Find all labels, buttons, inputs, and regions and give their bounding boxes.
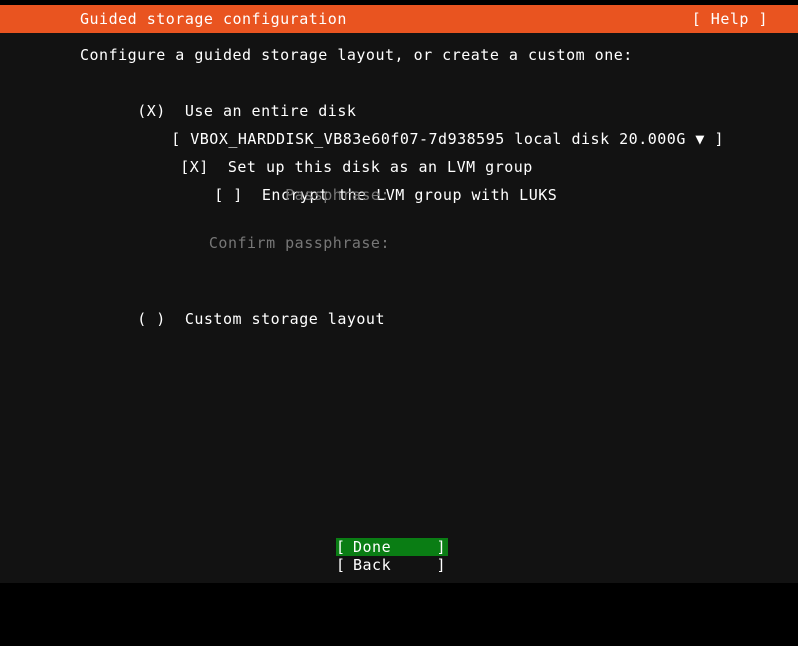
page-title: Guided storage configuration — [80, 10, 347, 28]
done-button[interactable]: [ Done ] — [336, 538, 448, 556]
back-button[interactable]: [ Back ] — [336, 556, 448, 574]
footer-buttons: [ Done ] [ Back ] — [336, 538, 448, 574]
confirm-passphrase-label: Confirm passphrase: — [208, 234, 390, 252]
disk-select-dropdown[interactable]: [ VBOX_HARDDISK_VB83e60f07-7d938595 loca… — [114, 97, 724, 148]
back-bracket-close: ] — [436, 556, 446, 574]
checkbox-encrypt-luks[interactable]: [ ] Encrypt the LVM group with LUKS — [157, 153, 557, 204]
radio-label-custom-storage-layout: Custom storage layout — [184, 310, 385, 328]
done-button-label: Done — [353, 538, 392, 556]
done-bracket-close: ] — [436, 538, 446, 556]
header-bar: Guided storage configuration [ Help ] — [0, 5, 798, 33]
radio-custom-storage-layout[interactable]: ( ) Custom storage layout — [80, 277, 385, 328]
installer-screen: Guided storage configuration [ Help ] Co… — [0, 0, 798, 595]
done-bracket-open: [ — [336, 538, 346, 556]
radio-use-entire-disk[interactable]: (X) Use an entire disk — [80, 69, 356, 120]
intro-text: Configure a guided storage layout, or cr… — [80, 46, 633, 64]
passphrase-label: Passphrase: — [285, 186, 390, 204]
bracket-close: ] — [714, 130, 724, 148]
help-button[interactable]: [ Help ] — [692, 5, 768, 33]
checkbox-lvm-group[interactable]: [X] Set up this disk as an LVM group — [123, 125, 533, 176]
chevron-down-icon[interactable]: ▼ — [695, 130, 705, 148]
radio-marker-unselected: ( ) — [137, 310, 166, 328]
back-button-label: Back — [353, 556, 392, 574]
back-bracket-open: [ — [336, 556, 346, 574]
